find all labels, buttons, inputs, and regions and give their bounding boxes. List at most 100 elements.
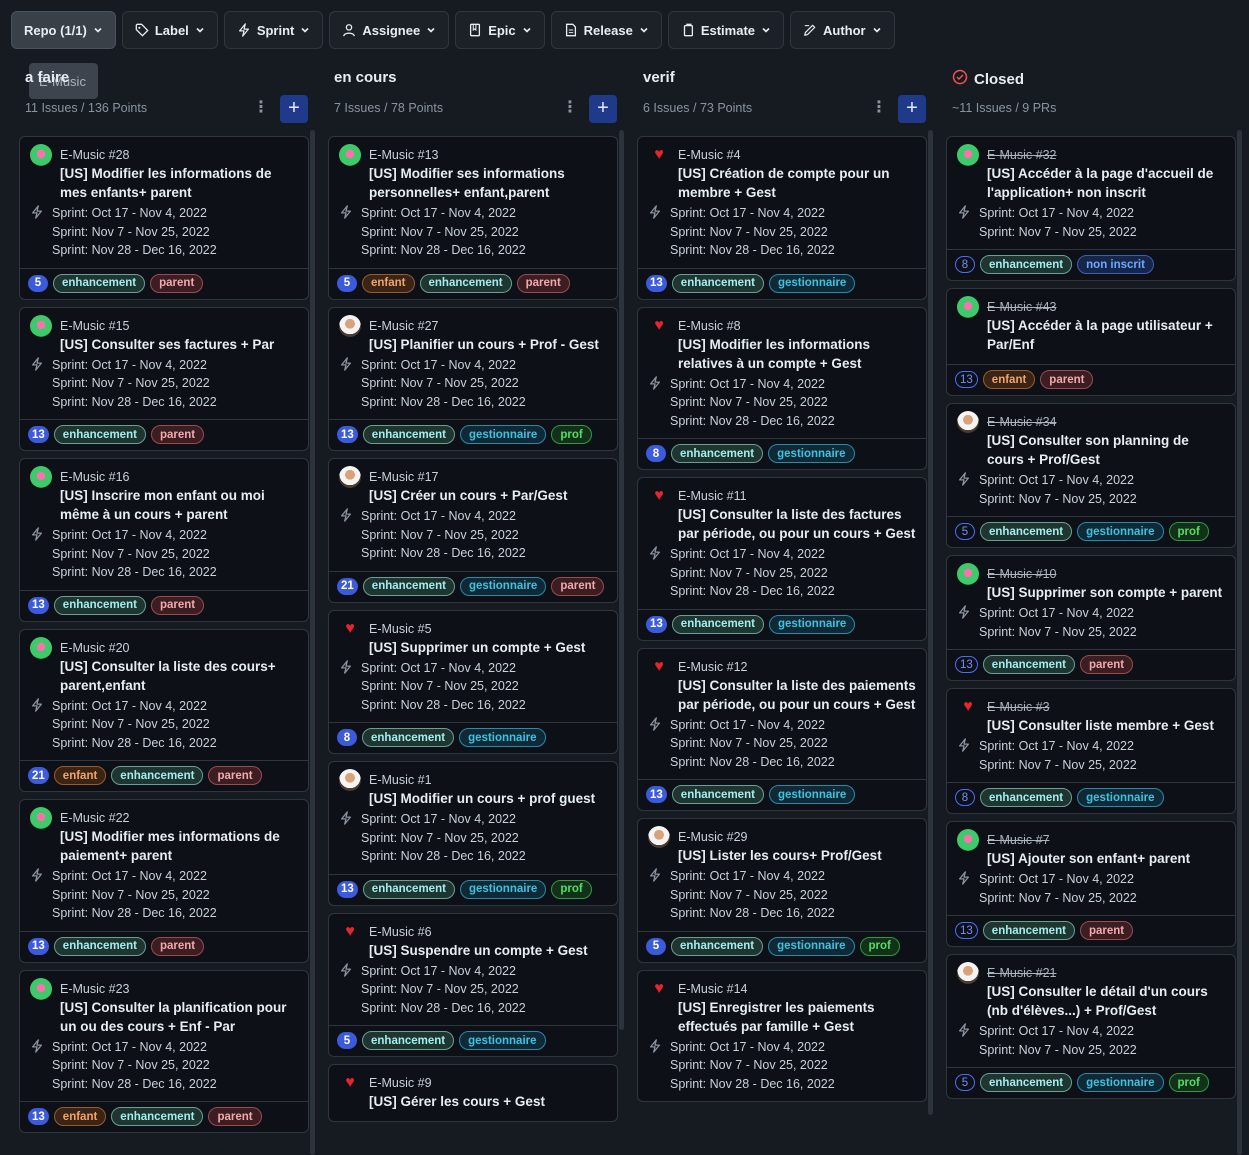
label-prof[interactable]: prof	[859, 936, 900, 956]
issue-ref[interactable]: E-Music #21	[987, 966, 1056, 980]
label-enfant[interactable]: enfant	[53, 1107, 107, 1126]
issue-title[interactable]: [US] Création de compte pour un membre +…	[678, 164, 918, 202]
issue-card[interactable]: ♥ E-Music #3 [US] Consulter liste membre +…	[946, 688, 1236, 814]
label-enhancement[interactable]: enhancement	[671, 936, 764, 956]
issue-ref[interactable]: E-Music #3	[987, 700, 1050, 714]
label-enhancement[interactable]: enhancement	[362, 879, 455, 899]
issue-title[interactable]: [US] Consulter la planification pour un …	[60, 998, 300, 1036]
release-filter-button[interactable]: Release	[550, 11, 662, 49]
label-enhancement[interactable]: enhancement	[53, 595, 146, 615]
label-enhancement[interactable]: enhancement	[362, 1031, 455, 1050]
issue-ref[interactable]: E-Music #13	[369, 148, 438, 162]
assignee-filter-button[interactable]: Assignee	[329, 11, 450, 49]
issue-ref[interactable]: E-Music #14	[678, 982, 747, 996]
label-parent[interactable]: parent	[1079, 655, 1134, 674]
issue-title[interactable]: [US] Supprimer un compte + Gest	[369, 638, 609, 657]
label-enhancement[interactable]: enhancement	[671, 614, 764, 634]
issue-card[interactable]: ♥ E-Music #8 [US] Modifier les information…	[637, 306, 927, 470]
label-parent[interactable]: parent	[551, 576, 605, 596]
issue-title[interactable]: [US] Lister les cours+ Prof/Gest	[678, 846, 918, 865]
issue-title[interactable]: [US] Accéder à la page utilisateur + Par…	[987, 316, 1227, 354]
issue-card[interactable]: E-Music #23 [US] Consulter la planificati…	[19, 969, 309, 1133]
issue-ref[interactable]: E-Music #4	[678, 148, 741, 162]
label-enhancement[interactable]: enhancement	[982, 921, 1075, 940]
issue-card[interactable]: ♥ E-Music #4 [US] Création de compte pour …	[637, 136, 927, 300]
label-gestionnaire[interactable]: gestionnaire	[459, 879, 547, 899]
issue-ref[interactable]: E-Music #9	[369, 1076, 432, 1090]
issue-ref[interactable]: E-Music #7	[987, 833, 1050, 847]
issue-card[interactable]: E-Music #22 [US] Modifier mes information…	[19, 799, 309, 963]
add-issue-button[interactable]: +	[898, 95, 926, 123]
label-enfant[interactable]: enfant	[53, 766, 107, 785]
label-enhancement[interactable]: enhancement	[53, 936, 146, 956]
issue-title[interactable]: [US] Modifier mes informations de paieme…	[60, 827, 300, 865]
kebab-menu-icon[interactable]: ⋮	[562, 98, 578, 120]
issue-card[interactable]: E-Music #13 [US] Modifier ses information…	[328, 136, 618, 300]
issue-card[interactable]: E-Music #28 [US] Modifier les information…	[19, 136, 309, 300]
repo-filter-button[interactable]: Repo (1/1)	[11, 11, 116, 49]
issue-card[interactable]: E-Music #15 [US] Consulter ses factures +…	[19, 306, 309, 451]
issue-ref[interactable]: E-Music #1	[369, 773, 432, 787]
author-filter-button[interactable]: Author	[790, 11, 895, 49]
issue-ref[interactable]: E-Music #28	[60, 148, 129, 162]
issue-ref[interactable]: E-Music #11	[678, 489, 747, 503]
label-enhancement[interactable]: enhancement	[671, 273, 764, 293]
label-non-inscrit[interactable]: non inscrit	[1077, 255, 1154, 274]
issue-ref[interactable]: E-Music #5	[369, 622, 432, 636]
issue-ref[interactable]: E-Music #20	[60, 641, 129, 655]
label-parent[interactable]: parent	[150, 425, 205, 444]
column-scrollbar[interactable]	[928, 130, 933, 1115]
label-enhancement[interactable]: enhancement	[671, 785, 764, 804]
label-gestionnaire[interactable]: gestionnaire	[768, 936, 855, 956]
label-prof[interactable]: prof	[1168, 522, 1209, 541]
label-enhancement[interactable]: enhancement	[980, 255, 1073, 274]
issue-ref[interactable]: E-Music #10	[987, 567, 1056, 581]
issue-title[interactable]: [US] Consulter ses factures + Par	[60, 335, 300, 354]
issue-ref[interactable]: E-Music #6	[369, 925, 432, 939]
issue-card[interactable]: E-Music #21 [US] Consulter le détail d'un…	[946, 954, 1236, 1099]
label-gestionnaire[interactable]: gestionnaire	[459, 728, 546, 747]
label-enhancement[interactable]: enhancement	[419, 273, 512, 293]
issue-card[interactable]: ♥ E-Music #6 [US] Suspendre un compte + Ge…	[328, 912, 618, 1057]
label-enhancement[interactable]: enhancement	[362, 728, 455, 747]
issue-card[interactable]: E-Music #43 [US] Accéder à la page utilis…	[946, 288, 1236, 396]
issue-title[interactable]: [US] Modifier un cours + prof guest	[369, 789, 609, 808]
issue-ref[interactable]: E-Music #12	[678, 660, 747, 674]
label-enhancement[interactable]: enhancement	[980, 1073, 1073, 1092]
label-gestionnaire[interactable]: gestionnaire	[1077, 1073, 1164, 1092]
issue-title[interactable]: [US] Consulter liste membre + Gest	[987, 716, 1227, 735]
issue-title[interactable]: [US] Ajouter son enfant+ parent	[987, 849, 1227, 868]
add-issue-button[interactable]: +	[589, 95, 617, 123]
issue-title[interactable]: [US] Suspendre un compte + Gest	[369, 941, 609, 960]
issue-ref[interactable]: E-Music #8	[678, 319, 741, 333]
label-gestionnaire[interactable]: gestionnaire	[1077, 522, 1164, 541]
issue-title[interactable]: [US] Modifier ses informations personnel…	[369, 164, 609, 202]
label-enhancement[interactable]: enhancement	[53, 425, 146, 444]
label-filter-button[interactable]: Label	[121, 11, 218, 49]
label-enhancement[interactable]: enhancement	[980, 522, 1073, 541]
issue-card[interactable]: ♥ E-Music #12 [US] Consulter la liste des …	[637, 647, 927, 811]
add-issue-button[interactable]: +	[280, 95, 308, 123]
issue-title[interactable]: [US] Modifier les informations relatives…	[678, 335, 918, 373]
column-scrollbar[interactable]	[1237, 130, 1242, 1155]
label-parent[interactable]: parent	[208, 766, 262, 785]
label-enhancement[interactable]: enhancement	[982, 655, 1075, 674]
issue-title[interactable]: [US] Consulter la liste des cours+ paren…	[60, 657, 300, 695]
label-enhancement[interactable]: enhancement	[111, 766, 204, 785]
label-gestionnaire[interactable]: gestionnaire	[768, 614, 856, 634]
issue-ref[interactable]: E-Music #34	[987, 415, 1056, 429]
issue-card[interactable]: E-Music #27 [US] Planifier un cours + Pro…	[328, 306, 618, 451]
label-enhancement[interactable]: enhancement	[362, 425, 455, 444]
issue-title[interactable]: [US] Consulter la liste des factures par…	[678, 505, 918, 543]
issue-card[interactable]: E-Music #7 [US] Ajouter son enfant+ paren…	[946, 821, 1236, 947]
issue-card[interactable]: E-Music #32 [US] Accéder à la page d'accu…	[946, 136, 1236, 281]
label-enfant[interactable]: enfant	[982, 370, 1036, 389]
issue-ref[interactable]: E-Music #22	[60, 811, 129, 825]
issue-ref[interactable]: E-Music #32	[987, 148, 1056, 162]
label-enfant[interactable]: enfant	[362, 273, 415, 293]
label-gestionnaire[interactable]: gestionnaire	[459, 576, 547, 596]
column-scrollbar[interactable]	[310, 130, 315, 1155]
label-prof[interactable]: prof	[1168, 1073, 1209, 1092]
issue-title[interactable]: [US] Consulter son planning de cours + P…	[987, 431, 1227, 469]
issue-card[interactable]: E-Music #17 [US] Créer un cours + Par/Ges…	[328, 458, 618, 603]
